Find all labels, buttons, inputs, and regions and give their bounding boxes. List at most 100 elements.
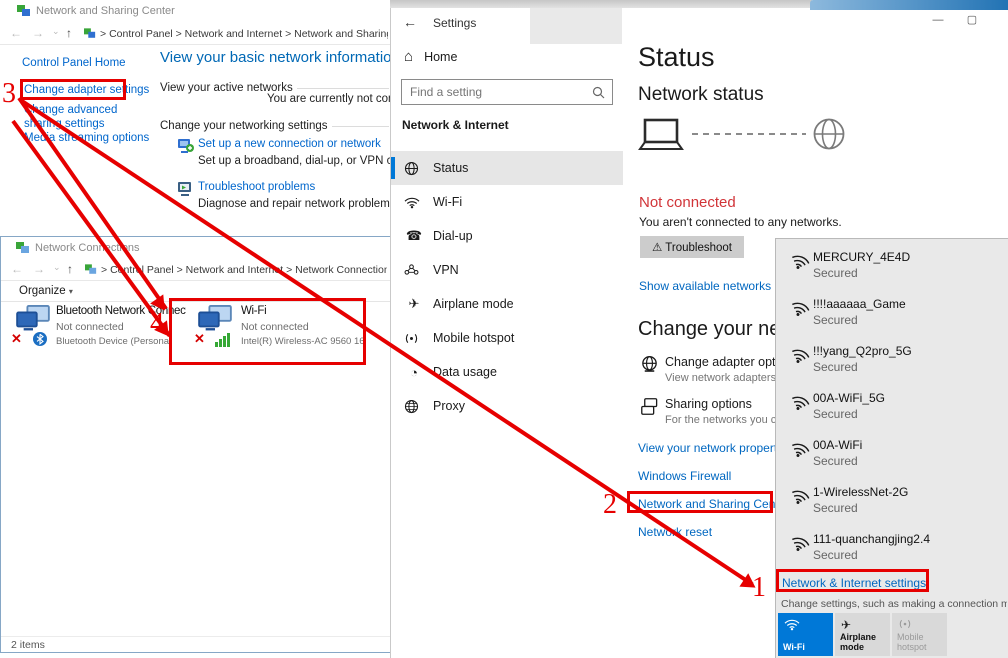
sidebar-item-airplane[interactable]: ✈ Airplane mode xyxy=(391,287,623,321)
wifi-icon xyxy=(788,298,812,320)
sidebar-change-advanced-sharing[interactable]: Change advanced sharing settings xyxy=(24,103,154,131)
crumb-network-internet[interactable]: Network and Internet xyxy=(186,264,283,276)
page-title: Status xyxy=(638,42,715,73)
crumb-network-connections[interactable]: Network Connections xyxy=(295,264,387,276)
adapter-bluetooth[interactable]: ✕ Bluetooth Network Connection Not conne… xyxy=(9,301,187,367)
search-box[interactable] xyxy=(401,79,613,105)
adapter-monitors-icon xyxy=(15,305,51,333)
sharing-options[interactable]: Sharing options xyxy=(665,397,752,411)
forward-icon[interactable]: → xyxy=(32,26,44,40)
back-icon[interactable]: ← xyxy=(10,26,22,40)
network-name: 00A-WiFi xyxy=(813,438,862,452)
sidebar-item-datausage[interactable]: ◔ Data usage xyxy=(391,355,623,389)
item-count: 2 items xyxy=(11,639,45,651)
error-x-icon: ✕ xyxy=(11,331,22,347)
crumb-control-panel[interactable]: Control Panel xyxy=(109,28,173,40)
troubleshoot-problems-link[interactable]: Troubleshoot problems xyxy=(198,181,315,193)
mobile-hotspot-tile[interactable]: Mobile hotspot xyxy=(892,613,947,656)
tile-label: Wi-Fi xyxy=(783,642,805,652)
divider xyxy=(332,126,389,127)
troubleshoot-icon xyxy=(176,179,194,197)
forward-icon[interactable]: → xyxy=(33,262,45,276)
network-name: !!!yang_Q2pro_5G xyxy=(813,344,912,358)
caret-down-icon: ▾ xyxy=(69,287,73,296)
back-icon[interactable]: ← xyxy=(403,14,417,30)
sidebar-item-dialup[interactable]: ☎ Dial-up xyxy=(391,219,623,253)
nsc-heading: View your basic network information and … xyxy=(160,49,391,66)
sidebar-change-adapter-settings[interactable]: Change adapter settings xyxy=(24,84,149,96)
breadcrumb[interactable]: > Control Panel > Network and Internet >… xyxy=(100,28,388,40)
crumb-sep: > xyxy=(286,264,292,276)
adapter-wifi[interactable]: ✕ Wi-Fi Not connected Intel(R) Wireless-… xyxy=(189,301,367,367)
wifi-network-item[interactable]: 00A-WiFi_5G Secured xyxy=(776,388,1008,435)
wifi-network-item[interactable]: MERCURY_4E4D Secured xyxy=(776,247,1008,294)
sidebar-item-hotspot[interactable]: Mobile hotspot xyxy=(391,321,623,355)
sidebar-item-label: Data usage xyxy=(433,365,497,379)
up-icon[interactable]: ↑ xyxy=(66,26,72,40)
adapter-device: Bluetooth Device (Persona xyxy=(56,336,186,347)
adapter-name: Bluetooth Network Connection xyxy=(56,305,186,317)
close-button[interactable]: ✕ xyxy=(999,14,1008,27)
network-security: Secured xyxy=(813,313,858,327)
adapter-status: Not connected xyxy=(241,321,365,333)
network-name: 1-WirelessNet-2G xyxy=(813,485,908,499)
wifi-network-item[interactable]: 111-quanchangjing2.4 Secured xyxy=(776,529,1008,576)
sidebar-media-streaming[interactable]: Media streaming options xyxy=(24,132,149,144)
sidebar-item-status[interactable]: Status xyxy=(391,151,623,185)
crumb-network-sharing-center[interactable]: Network and Sharing Center xyxy=(294,28,388,40)
breadcrumb[interactable]: > Control Panel > Network and Internet >… xyxy=(101,264,387,276)
sidebar-item-label: VPN xyxy=(433,263,459,277)
windows-firewall-link[interactable]: Windows Firewall xyxy=(638,469,731,483)
not-connected-desc: You aren't connected to any networks. xyxy=(639,215,842,229)
airplane-mode-tile[interactable]: ✈ Airplane mode xyxy=(835,613,890,656)
adapter-name: Wi-Fi xyxy=(241,305,365,317)
network-name: !!!!aaaaaa_Game xyxy=(813,297,906,311)
sidebar-control-panel-home[interactable]: Control Panel Home xyxy=(22,57,126,69)
wifi-network-item[interactable]: !!!!aaaaaa_Game Secured xyxy=(776,294,1008,341)
wifi-network-item[interactable]: 00A-WiFi Secured xyxy=(776,435,1008,482)
back-icon[interactable]: ← xyxy=(11,262,23,276)
sidebar-item-label: Dial-up xyxy=(433,229,473,243)
sidebar-item-label: Proxy xyxy=(433,399,465,413)
network-sharing-center-link[interactable]: Network and Sharing Center xyxy=(638,497,789,511)
setup-connection-link[interactable]: Set up a new connection or network xyxy=(198,138,381,150)
adapter-status: Not connected xyxy=(56,321,186,333)
sidebar-item-vpn[interactable]: VPN xyxy=(391,253,623,287)
vpn-icon xyxy=(404,264,424,276)
troubleshoot-button[interactable]: ⚠ Troubleshoot xyxy=(640,236,744,258)
window-title: Settings xyxy=(433,16,476,30)
sidebar-item-home[interactable]: ⌂ Home xyxy=(404,48,457,65)
breadcrumb-icon xyxy=(85,264,97,275)
wifi-network-item[interactable]: !!!yang_Q2pro_5G Secured xyxy=(776,341,1008,388)
crumb-network-internet[interactable]: Network and Internet xyxy=(185,28,282,40)
data-usage-icon: ◔ xyxy=(404,365,424,380)
home-label: Home xyxy=(424,50,457,64)
crumb-sep: > xyxy=(176,28,182,40)
flyout-caption: Change settings, such as making a connec… xyxy=(781,598,1007,610)
maximize-button[interactable]: ▢ xyxy=(957,13,987,26)
network-connections-window: Network Connections ← → ⌄ ↑ > Control Pa… xyxy=(0,236,391,653)
show-available-networks-link[interactable]: Show available networks xyxy=(639,279,771,293)
search-icon[interactable] xyxy=(592,86,605,99)
history-dropdown-icon[interactable]: ⌄ xyxy=(53,262,61,273)
sidebar-item-label: Airplane mode xyxy=(433,297,514,311)
sidebar-item-proxy[interactable]: Proxy xyxy=(391,389,623,423)
wifi-icon xyxy=(784,618,800,631)
sidebar-item-wifi[interactable]: Wi-Fi xyxy=(391,185,623,219)
network-internet-settings-link[interactable]: Network & Internet settings xyxy=(782,576,926,590)
minimize-button[interactable]: — xyxy=(923,14,953,26)
desktop: Network and Sharing Center ← → ⌄ ↑ > Con… xyxy=(0,0,1008,658)
network-reset-link[interactable]: Network reset xyxy=(638,525,712,539)
wifi-toggle-tile[interactable]: Wi-Fi xyxy=(778,613,833,656)
wifi-icon xyxy=(788,251,812,273)
history-dropdown-icon[interactable]: ⌄ xyxy=(52,26,60,37)
crumb-control-panel[interactable]: Control Panel xyxy=(110,264,174,276)
wifi-network-item[interactable]: 1-WirelessNet-2G Secured xyxy=(776,482,1008,529)
view-network-properties-link[interactable]: View your network properties xyxy=(638,441,793,455)
up-icon[interactable]: ↑ xyxy=(67,262,73,276)
search-input[interactable] xyxy=(402,85,592,99)
dialup-icon: ☎ xyxy=(404,228,424,244)
wifi-icon xyxy=(788,439,812,461)
organize-menu[interactable]: Organize ▾ xyxy=(19,285,73,297)
network-security: Secured xyxy=(813,454,858,468)
